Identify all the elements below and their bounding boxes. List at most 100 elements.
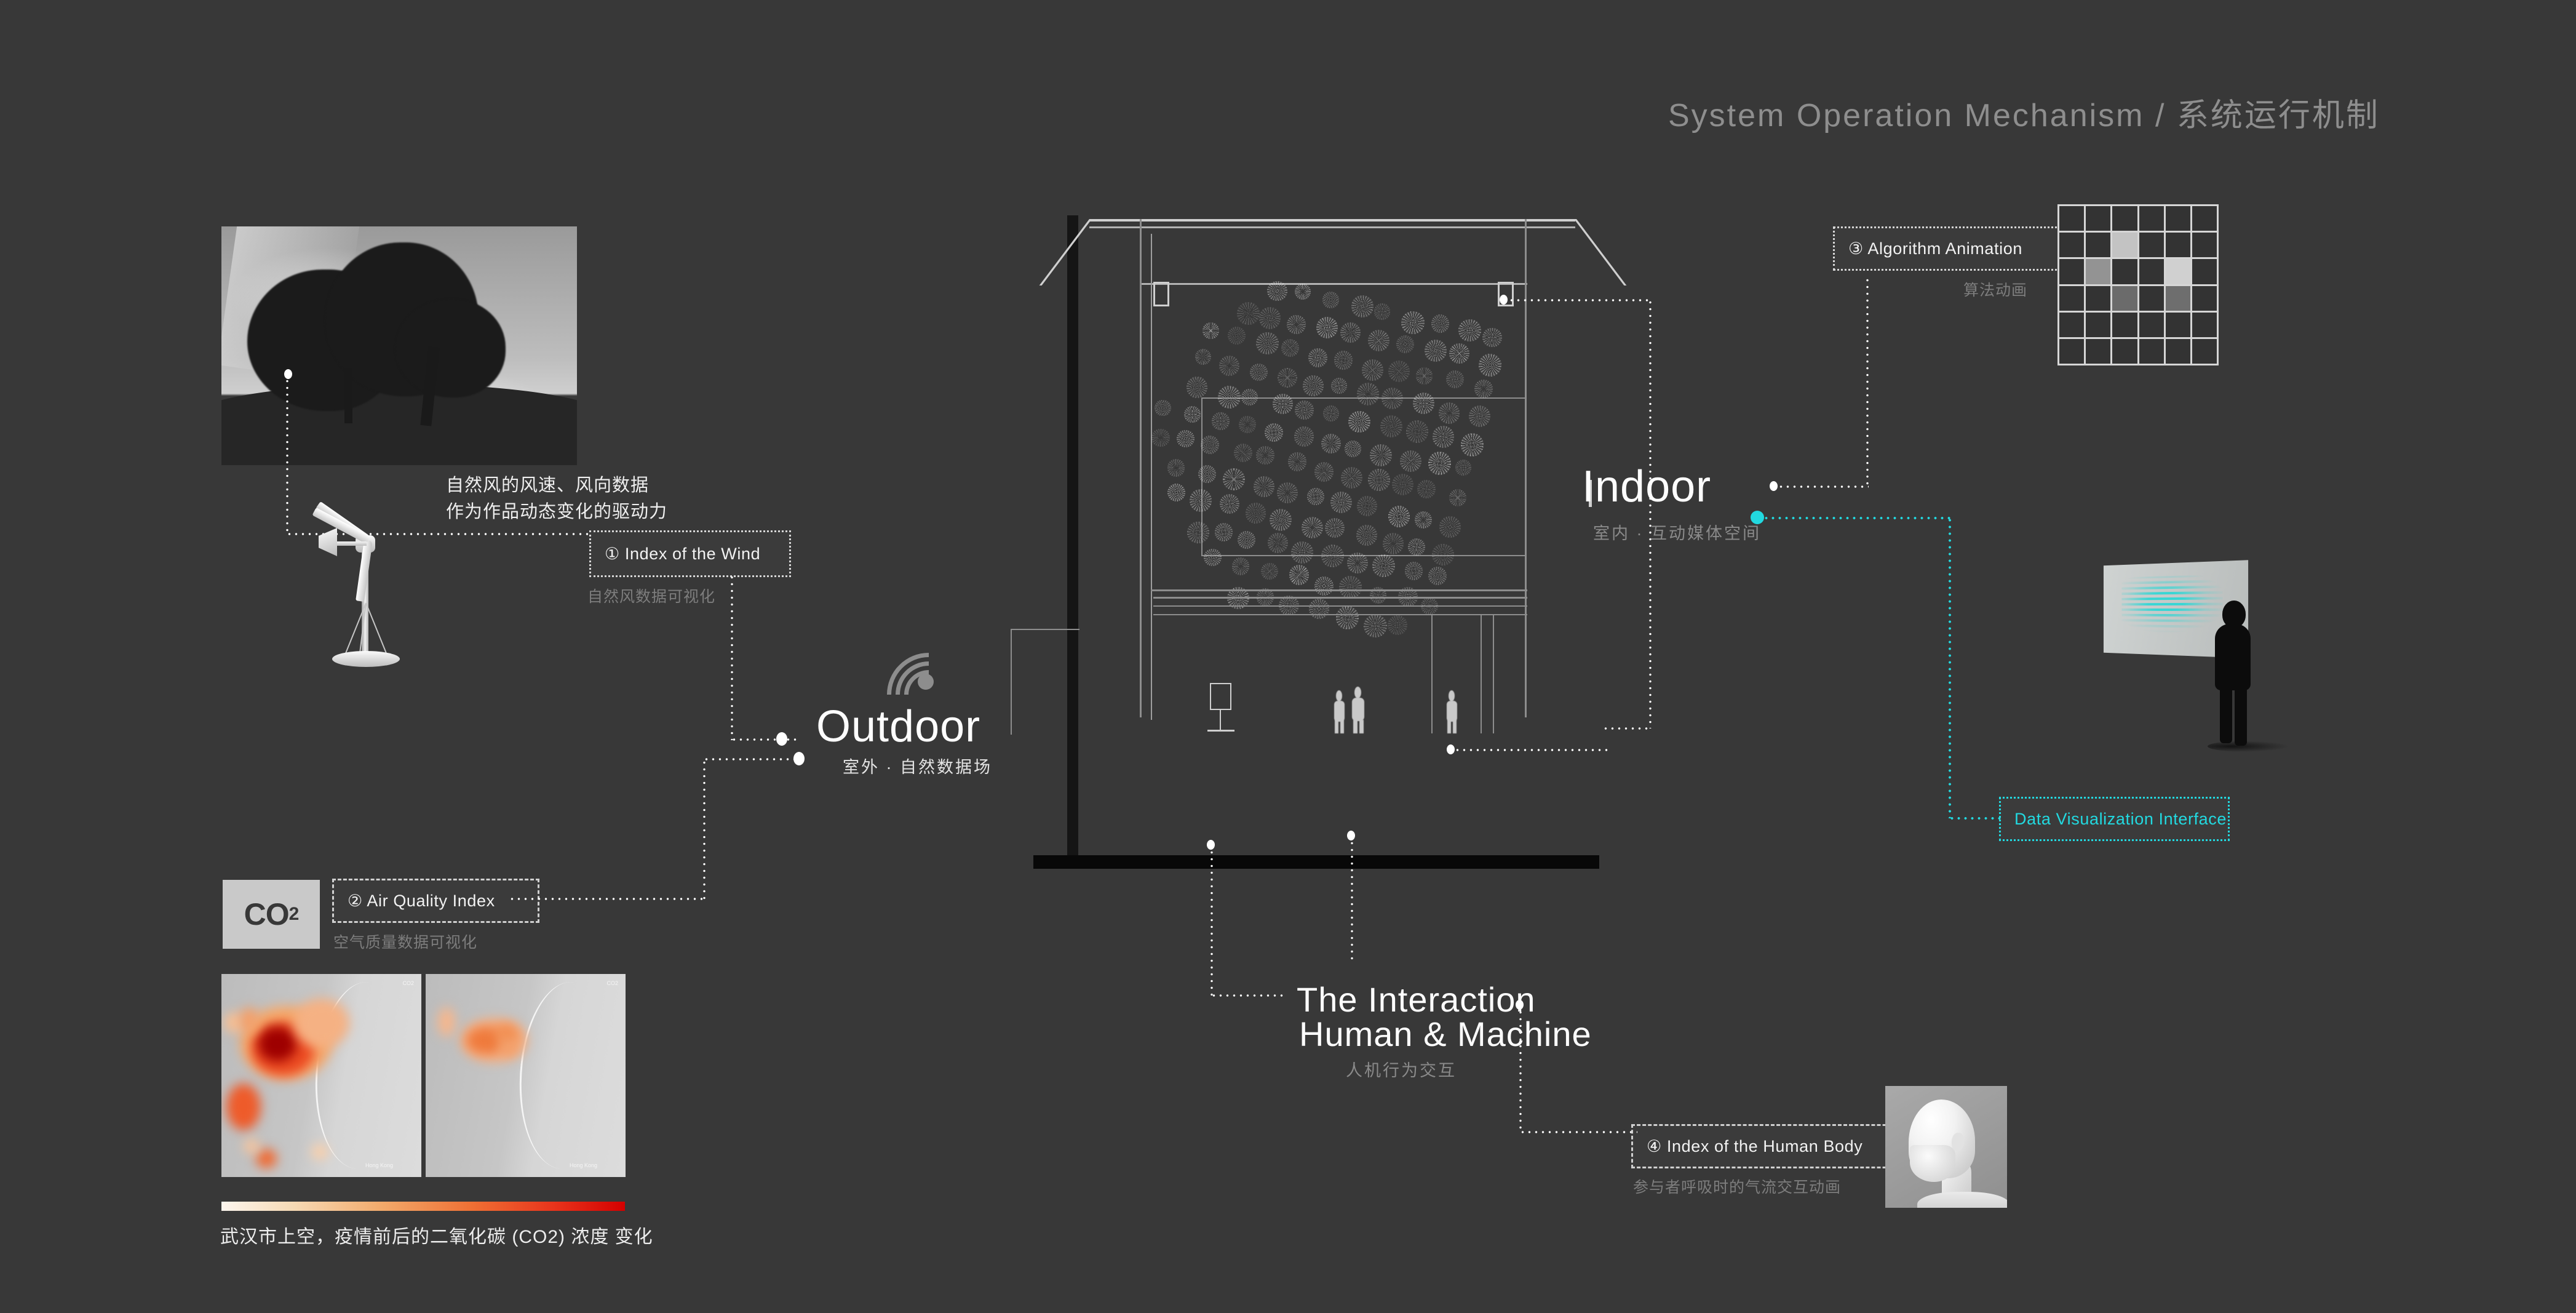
tag-index-of-the-wind[interactable]: ① Index of the Wind [589,530,791,577]
dandelion-element [1321,433,1341,453]
tag-data-visualization-interface[interactable]: Data Visualization Interface [1999,797,2230,841]
tag-label: ④ Index of the Human Body [1647,1136,1863,1155]
dandelion-element [1364,614,1387,638]
dandelion-element [1348,410,1371,433]
dandelion-element [1289,565,1310,585]
dandelion-element [1281,338,1300,357]
dandelion-element [1245,503,1266,524]
grid-cell [2165,206,2190,231]
grid-cell [2086,206,2111,231]
dandelion-element [1254,476,1274,497]
connector-node-indoor [1770,481,1778,491]
caption-algorithm-animation: 算法动画 [1963,282,2028,299]
connector-air-up [703,759,706,900]
grid-cell [2086,233,2111,258]
dandelion-element [1381,388,1404,409]
zone-label-indoor: Indoor [1582,462,1712,511]
dandelion-element [1428,566,1447,585]
connector-ceiling-to-indoor [1602,727,1652,730]
grid-cell [2139,233,2164,258]
grid-cell [2112,206,2137,231]
dandelion-element [1270,508,1292,531]
grid-cell [2165,338,2190,364]
dandelion-element [1309,599,1329,620]
dandelion-element [1241,389,1258,405]
dandelion-element [1266,281,1287,301]
connector-node-interaction [1516,1000,1524,1010]
grid-cell [2059,259,2085,284]
grid-cell [2192,285,2217,311]
dandelion-element [1330,378,1347,394]
connector-people-down [1351,840,1353,963]
dandelion-element [1346,552,1368,573]
connector-node-people [1347,831,1355,840]
dandelion-element [1431,314,1450,333]
dandelion-element [1414,511,1433,529]
dandelion-element [1198,465,1217,483]
dandelion-element [1433,426,1455,448]
dandelion-element [1218,385,1241,409]
grid-cell [2112,312,2137,337]
grid-cell [2165,233,2190,258]
grid-cell [2059,233,2085,258]
connector-node-ceiling [1500,295,1508,305]
connector-cyan-right [1763,517,1951,519]
dandelion-element [1407,538,1426,556]
heatmap-colorbar [221,1202,625,1211]
connector-node-indoor-cyan [1751,511,1764,524]
dandelion-element [1369,444,1392,466]
grid-cell [2139,285,2164,311]
dandelion-element [1322,291,1340,308]
dandelion-element [1151,428,1170,447]
dandelion-element [1391,473,1414,495]
heatmap-caption: 武汉市上空，疫情前后的二氧化碳 (CO2) 浓度 变化 [220,1227,653,1247]
grid-cell [2165,259,2190,284]
dandelion-element [1187,377,1208,398]
grid-cell [2139,312,2164,337]
tag-label: ② Air Quality Index [348,891,495,910]
dandelion-element [1482,327,1502,348]
heatmap-before: CO2 Hong Kong [221,974,421,1177]
dandelion-element [1294,283,1311,300]
tag-algorithm-animation[interactable]: ③ Algorithm Animation [1833,226,2084,271]
zone-label-interaction-line2: Human & Machine [1299,1015,1592,1053]
co2-subscript: 2 [288,904,300,924]
grid-cell [2059,312,2085,337]
dandelion-element [1314,576,1334,596]
dandelion-element [1417,479,1436,498]
dandelion-element [1255,332,1279,355]
dandelion-element [1265,423,1283,442]
grid-cell [2192,312,2217,337]
dandelion-element [1277,482,1298,504]
connector-interaction-down [1519,1009,1522,1132]
dandelion-element [1356,524,1378,546]
grid-cell [2165,312,2190,337]
dandelion-element [1330,492,1352,513]
co2-badge: CO 2 [223,880,320,949]
dandelion-element [1341,466,1363,489]
connector-indoor-right [1778,485,1869,488]
dandelion-element [1455,459,1472,476]
dandelion-element [1321,544,1344,567]
grid-cell [2139,259,2164,284]
dandelion-element [1405,420,1429,443]
dandelion-element [1314,462,1334,482]
dandelion-element [1237,302,1260,325]
mannequin-head-photo [1885,1086,2007,1208]
dandelion-element [1220,494,1240,514]
grid-cell [2165,285,2190,311]
dandelion-element [1468,405,1490,428]
dandelion-element [1339,576,1362,599]
grid-cell [2112,259,2137,284]
dandelion-element [1287,452,1307,472]
dandelion-element [1446,370,1464,389]
dandelion-element [1412,393,1434,415]
dandelion-element [1167,483,1186,502]
tag-air-quality-index[interactable]: ② Air Quality Index [332,879,539,923]
grid-cell [2086,259,2111,284]
cellular-automaton-grid [2057,204,2219,365]
zone-sublabel-interaction: 人机行为交互 [1346,1061,1457,1080]
tag-index-of-the-human-body[interactable]: ④ Index of the Human Body [1631,1124,1914,1168]
grid-cell [2192,259,2217,284]
tag-label: ① Index of the Wind [605,544,761,563]
